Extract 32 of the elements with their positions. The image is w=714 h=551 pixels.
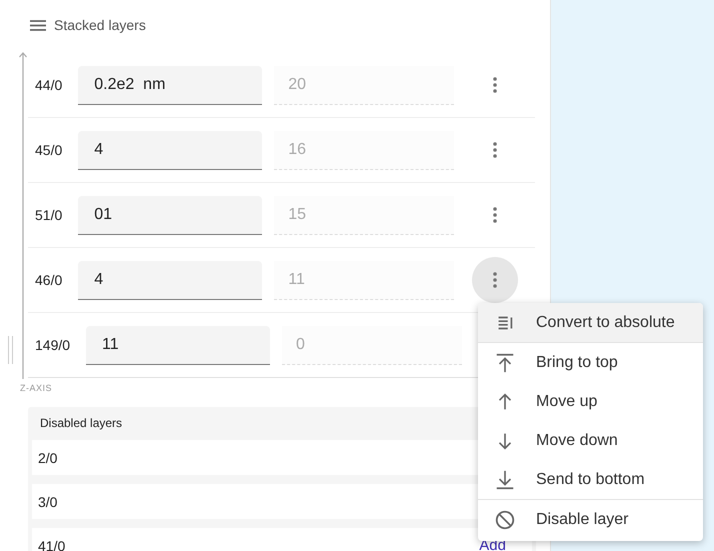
more-icon — [493, 142, 498, 158]
menu-item[interactable]: Disable layer — [478, 500, 703, 539]
menu-item[interactable]: Convert to absolute — [478, 303, 703, 342]
value-field[interactable]: 01 — [78, 196, 262, 234]
menu-item[interactable]: Send to bottom — [478, 460, 703, 499]
value-field[interactable]: 11 — [86, 326, 270, 364]
layer-label: 51/0 — [35, 207, 62, 223]
axis-label: Z-AXIS — [20, 383, 54, 393]
value-field[interactable]: 4 — [78, 130, 262, 170]
block-icon — [494, 508, 516, 530]
menu-item[interactable]: Bring to top — [478, 343, 703, 382]
more-icon — [493, 272, 498, 288]
menu-item[interactable]: Move up — [478, 382, 703, 421]
layer-label: 41/0 — [38, 538, 66, 551]
arrow-icon — [494, 468, 516, 490]
layer-label: 46/0 — [35, 272, 62, 288]
more-icon — [493, 77, 498, 93]
section-title: Stacked layers — [54, 17, 146, 33]
layer-label: 45/0 — [35, 142, 62, 158]
more-icon — [493, 207, 498, 223]
menu-item[interactable]: Move down — [478, 421, 703, 460]
layer-label: 149/0 — [35, 337, 70, 353]
value-field[interactable]: 4 — [78, 260, 262, 300]
resize-handle[interactable] — [8, 336, 13, 364]
menu-icon — [30, 20, 46, 30]
layer-label: 44/0 — [35, 77, 62, 93]
more-button[interactable] — [472, 257, 518, 303]
arrow-icon — [494, 352, 516, 374]
value-field[interactable]: 0.2e2 nm — [78, 66, 262, 104]
layer-label: 2/0 — [38, 450, 58, 466]
layer-label: 3/0 — [38, 494, 58, 510]
card-title: Disabled layers — [40, 415, 122, 432]
